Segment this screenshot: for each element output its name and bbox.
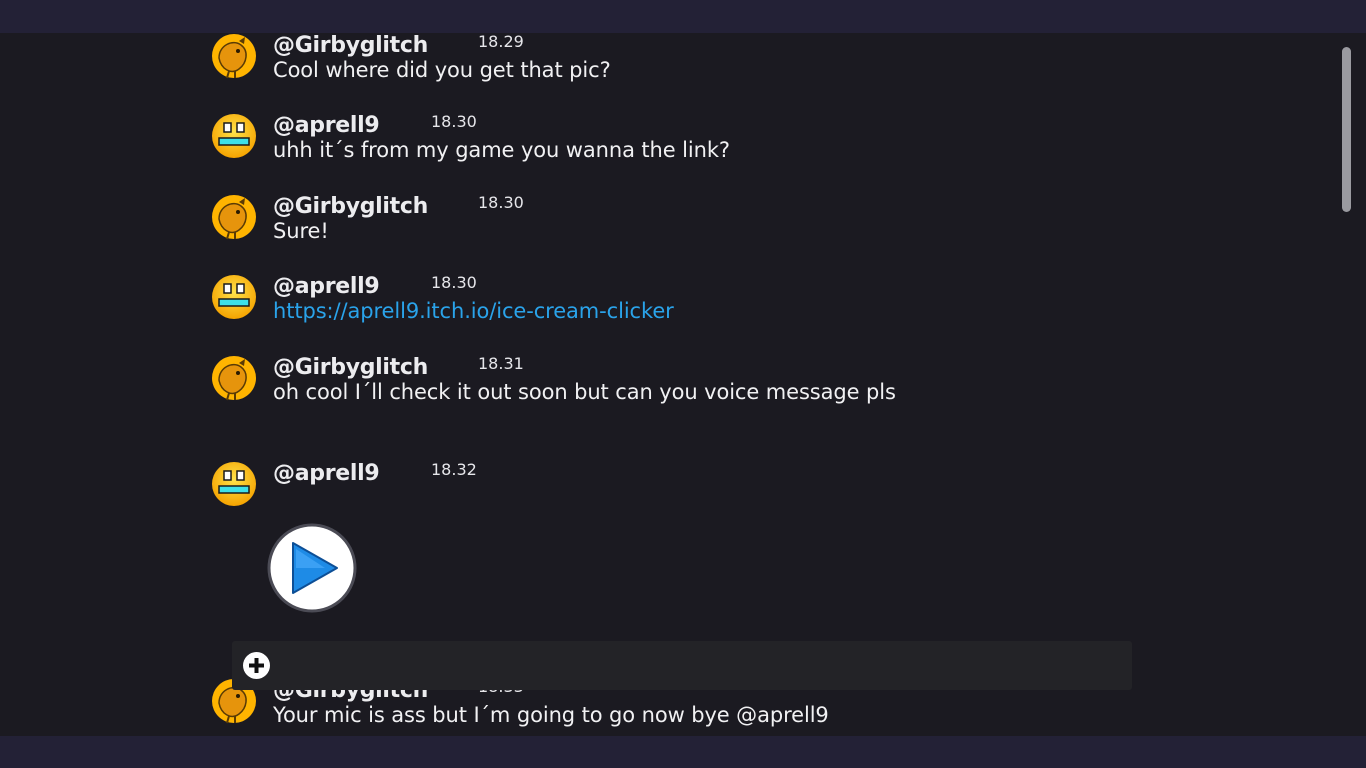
plus-circle-icon [243,652,270,679]
message-timestamp: 18.30 [431,273,477,292]
message-username[interactable]: @Girbyglitch [273,33,428,58]
message-username[interactable]: @aprell9 [273,113,380,138]
chat-message: @aprell9 18.30 https://aprell9.itch.io/i… [0,273,1366,354]
top-bar [0,0,1366,33]
message-text: Cool where did you get that pic? [273,58,611,82]
message-username[interactable]: @Girbyglitch [273,355,428,380]
message-text: uhh it´s from my game you wanna the link… [273,138,730,162]
message-timestamp: 18.29 [478,33,524,51]
message-username[interactable]: @aprell9 [273,274,380,299]
message-text: oh cool I´ll check it out soon but can y… [273,380,896,404]
add-attachment-button[interactable] [242,651,271,680]
bird-avatar-icon[interactable] [211,194,257,240]
cube-face-avatar-icon[interactable] [211,461,257,507]
chat-message: @Girbyglitch 18.29 Cool where did you ge… [0,33,1366,113]
message-timestamp: 18.30 [478,193,524,212]
chat-message: @aprell9 18.30 uhh it´s from my game you… [0,112,1366,193]
voice-message-play-button[interactable] [267,523,357,613]
cube-face-avatar-icon[interactable] [211,274,257,320]
bird-avatar-icon[interactable] [211,33,257,79]
message-username[interactable]: @Girbyglitch [273,194,428,219]
message-timestamp: 18.30 [431,112,477,131]
chat-message-voice: @aprell9 18.32 [0,460,1366,541]
message-username[interactable]: @aprell9 [273,461,380,486]
message-link[interactable]: https://aprell9.itch.io/ice-cream-clicke… [273,299,674,323]
chat-message: @Girbyglitch 18.31 oh cool I´ll check it… [0,354,1366,435]
message-timestamp: 18.31 [478,354,524,373]
message-text: Your mic is ass but I´m going to go now … [273,703,829,727]
bottom-bar [0,736,1366,768]
cube-face-avatar-icon[interactable] [211,113,257,159]
message-timestamp: 18.32 [431,460,477,479]
message-text: Sure! [273,219,329,243]
message-composer[interactable] [232,641,1132,690]
chat-message-list[interactable]: @Girbyglitch 18.29 Cool where did you ge… [0,33,1366,736]
bird-avatar-icon[interactable] [211,355,257,401]
play-icon [267,523,357,613]
chat-message: @Girbyglitch 18.30 Sure! [0,193,1366,274]
chat-scrollbar-thumb[interactable] [1342,47,1351,212]
